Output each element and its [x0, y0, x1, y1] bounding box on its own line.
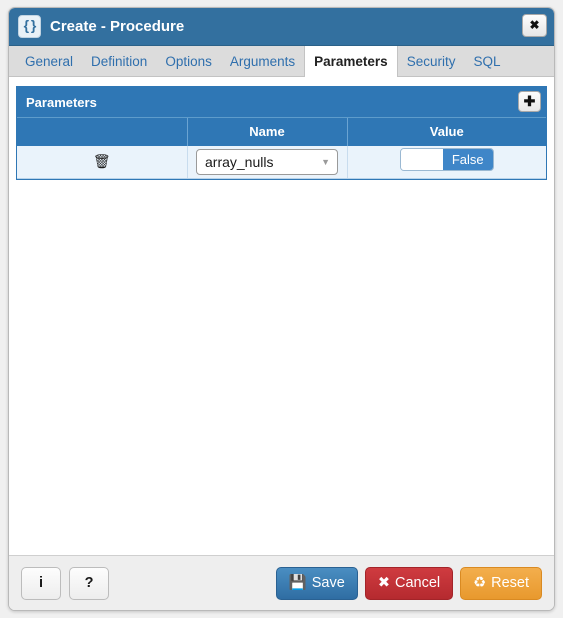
braces-icon: { }: [18, 15, 41, 38]
parameter-name-select[interactable]: array_nulls ▼: [196, 148, 338, 175]
tab-bar: General Definition Options Arguments Par…: [9, 46, 554, 77]
table-row: 🗑 array_nulls ▼ False: [17, 145, 546, 179]
info-button[interactable]: i: [21, 566, 61, 600]
toggle-option-false[interactable]: False: [442, 149, 493, 171]
reset-button[interactable]: ♻ Reset: [460, 566, 542, 600]
dialog-titlebar: { } Create - Procedure ✖: [9, 8, 554, 46]
close-icon[interactable]: ✖: [522, 14, 547, 37]
toggle-option-true[interactable]: [400, 149, 443, 171]
row-actions-cell: 🗑: [17, 145, 187, 179]
floppy-disk-icon: 💾: [288, 574, 307, 591]
column-header-name: Name: [186, 117, 347, 146]
row-name-cell: array_nulls ▼: [186, 145, 347, 179]
cancel-button-label: Cancel: [394, 575, 441, 591]
dialog-footer: i ? 💾 Save ✖ Cancel ♻ Reset: [9, 555, 554, 610]
reset-button-label: Reset: [491, 575, 529, 591]
column-header-actions: [17, 117, 187, 146]
row-value-cell: False: [346, 145, 546, 179]
parameters-panel: Parameters ✚ Name Value 🗑 array_nulls ▼ …: [16, 86, 547, 180]
save-button-label: Save: [311, 575, 345, 591]
trash-icon[interactable]: 🗑: [93, 154, 111, 168]
parameters-table: Name Value 🗑 array_nulls ▼ False: [17, 117, 546, 179]
column-header-value: Value: [346, 117, 546, 146]
panel-title: Parameters: [26, 94, 97, 110]
parameter-value-toggle[interactable]: False: [399, 148, 494, 172]
recycle-icon: ♻: [473, 574, 487, 591]
create-procedure-dialog: { } Create - Procedure ✖ General Definit…: [8, 7, 555, 611]
tab-sql[interactable]: SQL: [464, 46, 509, 76]
save-button[interactable]: 💾 Save: [275, 566, 358, 600]
tab-security[interactable]: Security: [398, 46, 465, 76]
tab-content-parameters: Parameters ✚ Name Value 🗑 array_nulls ▼ …: [9, 77, 554, 555]
help-button[interactable]: ?: [69, 566, 109, 600]
dialog-title: Create - Procedure: [50, 18, 185, 35]
tab-arguments[interactable]: Arguments: [221, 46, 304, 76]
table-header-row: Name Value: [17, 117, 546, 146]
tab-definition[interactable]: Definition: [82, 46, 156, 76]
parameter-name-value: array_nulls: [205, 153, 274, 170]
add-parameter-button[interactable]: ✚: [518, 91, 541, 112]
chevron-down-icon: ▼: [321, 156, 330, 167]
close-x-icon: ✖: [377, 574, 390, 591]
tab-parameters[interactable]: Parameters: [304, 46, 398, 77]
tab-options[interactable]: Options: [156, 46, 221, 76]
parameters-panel-header: Parameters ✚: [17, 87, 546, 117]
cancel-button[interactable]: ✖ Cancel: [364, 566, 454, 600]
tab-general[interactable]: General: [16, 46, 82, 76]
